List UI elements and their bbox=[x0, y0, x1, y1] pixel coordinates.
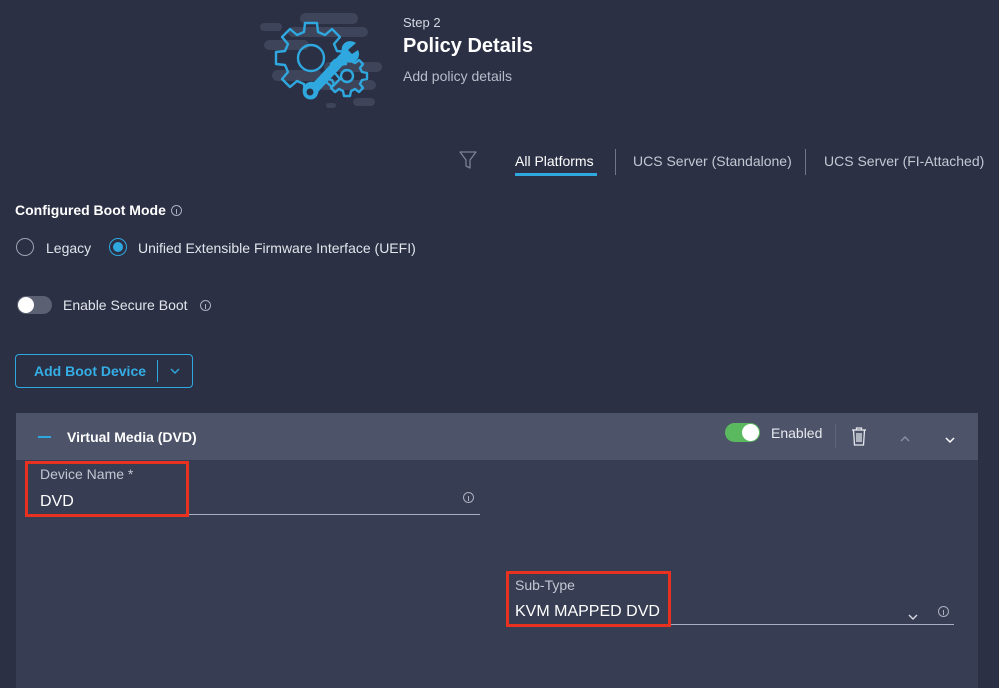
radio-uefi[interactable] bbox=[109, 238, 127, 256]
highlight-box bbox=[25, 461, 189, 517]
info-icon[interactable] bbox=[171, 205, 182, 216]
step-label: Step 2 bbox=[403, 15, 441, 30]
chevron-down-icon[interactable] bbox=[944, 431, 956, 444]
chevron-down-icon bbox=[170, 368, 180, 374]
tab-ucs-server-standalone[interactable]: UCS Server (Standalone) bbox=[633, 153, 792, 169]
tab-ucs-server-fi-attached[interactable]: UCS Server (FI-Attached) bbox=[824, 153, 984, 169]
secure-boot-label: Enable Secure Boot bbox=[63, 297, 188, 313]
enabled-label: Enabled bbox=[771, 425, 823, 441]
info-icon[interactable] bbox=[938, 606, 949, 617]
radio-legacy-label[interactable]: Legacy bbox=[46, 240, 91, 256]
header-divider bbox=[835, 424, 836, 448]
tab-all-platforms[interactable]: All Platforms bbox=[515, 153, 594, 169]
page-title: Policy Details bbox=[403, 35, 534, 57]
toggle-knob bbox=[18, 297, 34, 313]
highlight-box bbox=[506, 571, 671, 627]
tab-divider bbox=[805, 149, 806, 175]
filter-icon[interactable] bbox=[457, 149, 479, 171]
active-tab-indicator bbox=[515, 173, 597, 176]
radio-uefi-label[interactable]: Unified Extensible Firmware Interface (U… bbox=[138, 240, 416, 256]
add-boot-device-dropdown[interactable] bbox=[158, 367, 192, 375]
boot-device-enabled-toggle[interactable] bbox=[725, 423, 760, 442]
info-icon[interactable] bbox=[463, 492, 474, 503]
policy-settings-illustration-icon bbox=[258, 10, 384, 110]
info-icon[interactable] bbox=[200, 300, 211, 311]
secure-boot-toggle[interactable] bbox=[17, 296, 52, 314]
toggle-knob bbox=[742, 424, 759, 441]
tab-divider bbox=[615, 149, 616, 175]
collapse-icon[interactable] bbox=[38, 436, 51, 438]
boot-device-title: Virtual Media (DVD) bbox=[67, 429, 197, 445]
add-boot-device-split-button: Add Boot Device bbox=[15, 354, 193, 388]
radio-legacy[interactable] bbox=[16, 238, 34, 256]
chevron-up-icon[interactable] bbox=[899, 430, 911, 442]
page-subtitle: Add policy details bbox=[403, 68, 512, 84]
chevron-down-icon[interactable] bbox=[907, 608, 919, 620]
trash-icon[interactable] bbox=[851, 426, 867, 446]
boot-mode-label: Configured Boot Mode bbox=[15, 202, 166, 218]
add-boot-device-button[interactable]: Add Boot Device bbox=[16, 363, 157, 379]
